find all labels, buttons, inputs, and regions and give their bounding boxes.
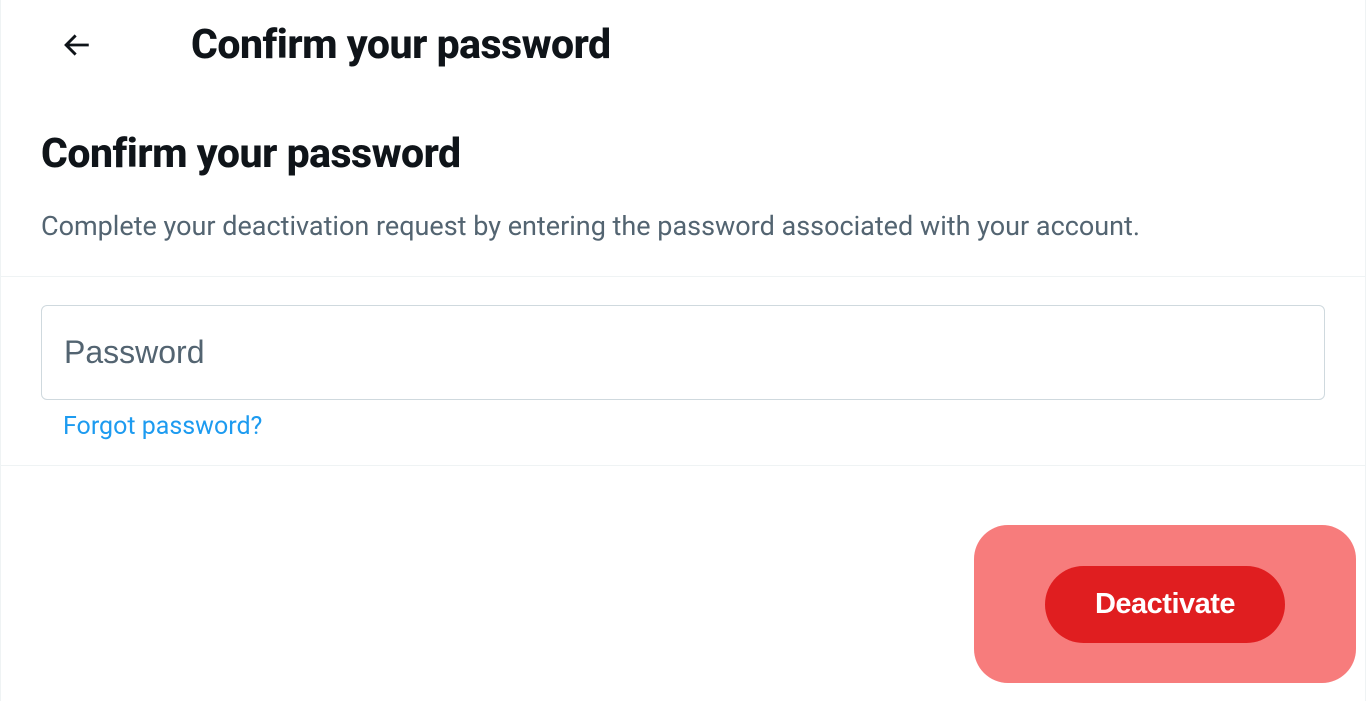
back-button[interactable] [51, 20, 101, 70]
password-input-wrapper [41, 305, 1325, 400]
divider [1, 465, 1365, 466]
forgot-password-link[interactable]: Forgot password? [41, 412, 262, 441]
deactivate-button[interactable]: Deactivate [1045, 566, 1285, 643]
arrow-left-icon [59, 28, 93, 62]
confirm-password-panel: Confirm your password Confirm your passw… [0, 0, 1366, 701]
section-title: Confirm your password [1, 100, 1365, 208]
page-title: Confirm your password [191, 21, 611, 69]
header-row: Confirm your password [1, 0, 1365, 100]
form-section: Forgot password? [1, 277, 1365, 465]
password-input[interactable] [64, 334, 1302, 371]
section-description: Complete your deactivation request by en… [1, 208, 1365, 276]
deactivate-highlight: Deactivate [974, 525, 1356, 683]
